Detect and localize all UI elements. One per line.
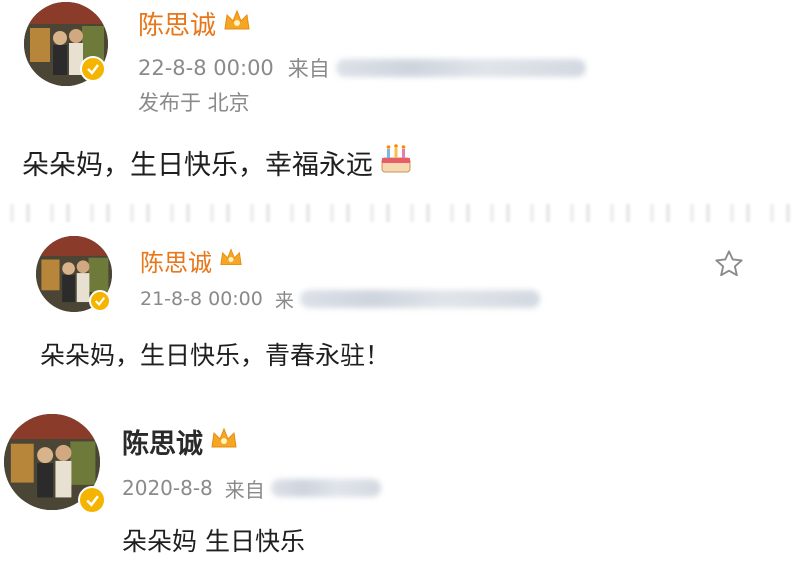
post-date[interactable]: 2020-8-8 [122,476,213,500]
author-name-text[interactable]: 陈思诚 [122,422,203,461]
weibo-post-3: 陈思诚 2020-8-8 来自 朵朵妈 生日快乐 [0,400,804,568]
crown-icon [209,425,239,458]
post-date[interactable]: 22-8-8 00:00 [138,56,274,80]
source-label: 来自 [224,477,265,502]
weibo-post-2: 陈思诚 21-8-8 00:00 来 朵朵妈，生日快乐，青春永驻！ [0,222,804,382]
author-name[interactable]: 陈思诚 [140,243,244,278]
source-label: 来自 [287,57,330,81]
author-name-text[interactable]: 陈思诚 [140,243,212,278]
weibo-post-1: 陈思诚 22-8-8 00:00 来自 发布于 北京 朵朵妈，生日快乐，幸福永远 [0,0,804,200]
blurred-source [299,290,540,308]
post-text: 朵朵妈，生日快乐，幸福永远 [22,142,413,182]
post-text-body: 朵朵妈，生日快乐，幸福永远 [22,149,373,181]
verified-icon [89,290,111,312]
blurred-source [270,479,381,497]
post-text: 朵朵妈，生日快乐，青春永驻！ [40,336,390,372]
author-name[interactable]: 陈思诚 [122,422,239,461]
post-meta: 22-8-8 00:00 来自 [138,54,586,82]
source-label: 来 [274,289,294,312]
favorite-star-icon[interactable] [712,248,746,284]
post-location: 发布于 北京 [138,88,250,116]
post-meta: 2020-8-8 来自 [122,474,381,502]
crown-icon [222,7,252,40]
post-text-body: 朵朵妈，生日快乐，青春永驻！ [40,341,391,370]
divider [0,204,804,222]
post-meta: 21-8-8 00:00 来 [140,286,540,312]
author-name[interactable]: 陈思诚 [138,5,252,42]
post-text: 朵朵妈 生日快乐 [122,522,305,558]
crown-icon [218,246,244,274]
cake-emoji-icon [379,142,413,183]
post-date[interactable]: 21-8-8 00:00 [140,288,263,310]
verified-icon [78,486,106,514]
author-name-text[interactable]: 陈思诚 [138,5,216,42]
post-text-body: 朵朵妈 生日快乐 [122,527,305,556]
blurred-source [335,59,586,77]
verified-icon [80,56,106,82]
location-text: 发布于 北京 [138,91,250,115]
